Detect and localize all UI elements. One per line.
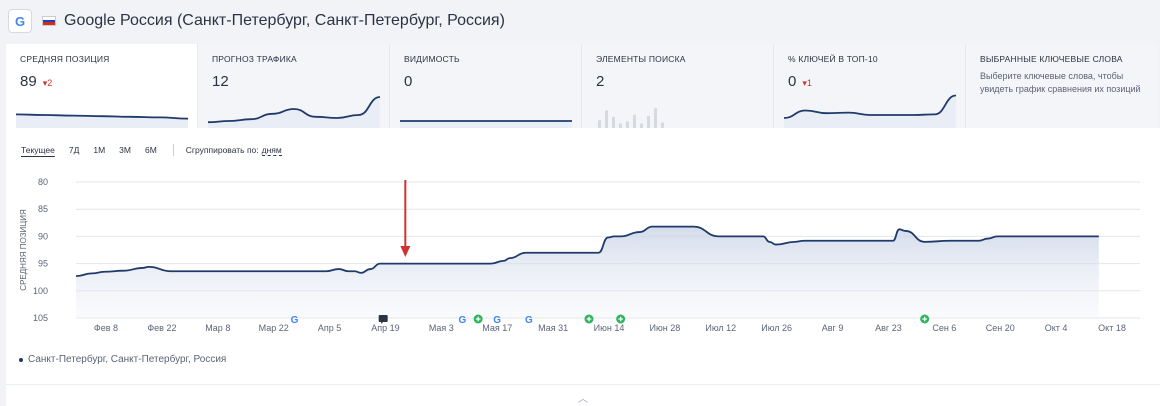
card-top10-keywords[interactable]: % ключей в ТОП-10 0 ▾1 [774,44,966,128]
element-bar [598,120,601,128]
x-tick-label: Сен 6 [932,323,956,333]
google-icon[interactable]: G [291,315,299,326]
y-tick-label: 105 [33,313,48,323]
chart-panel: Текущее 7Д 1М 3М 6М Сгруппировать по: дн… [6,128,1160,406]
sparkline-area [208,97,380,128]
panel-divider [6,384,1160,385]
card-selected-keywords[interactable]: Выбранные ключевые слова Выберите ключев… [966,44,1158,128]
x-tick-label: Фев 8 [94,323,118,333]
x-tick-label: Июн 14 [594,323,625,333]
card-label: % ключей в ТОП-10 [788,54,878,64]
card-label: Выбранные ключевые слова [980,54,1123,64]
card-label: Средняя позиция [20,54,110,64]
x-tick-label: Июл 26 [761,323,792,333]
element-bar [626,121,629,128]
y-tick-label: 85 [38,204,48,214]
element-bar [654,108,657,128]
legend-dot-icon [19,357,23,362]
x-tick-label: Окт 18 [1098,323,1126,333]
range-current[interactable]: Текущее [21,145,55,155]
bar-sparkline [598,108,664,128]
card-label: Прогноз трафика [212,54,297,64]
red-arrow-icon [400,180,411,257]
sparkline [400,120,572,128]
x-tick-label: Июл 12 [705,323,736,333]
element-bar [647,115,650,128]
card-label: Элементы поиска [596,54,686,64]
google-icon[interactable]: G [458,315,466,326]
plus-icon[interactable] [473,314,483,324]
sparkline-area [784,95,956,128]
range-6m[interactable]: 6М [145,145,157,155]
x-tick-label: Апр 5 [318,323,341,333]
sparkline-area [400,121,572,128]
y-axis-label: СРЕДНЯЯ ПОЗИЦИЯ [19,209,28,291]
card-note: Выберите ключевые слова, чтобы увидеть г… [980,71,1141,94]
card-label: Видимость [404,54,460,64]
chevron-up-icon[interactable]: ︿ [578,390,588,405]
position-chart: 80 85 90 95 100 105 СРЕДНЯЯ ПОЗИЦИЯ Фев 8 Фев 22… [19,177,1140,333]
card-traffic-forecast[interactable]: Прогноз трафика 12 [198,44,390,128]
card-search-elements[interactable]: Элементы поиска 2 [582,44,774,128]
google-icon[interactable]: G [493,315,501,326]
range-3m[interactable]: 3М [119,145,131,155]
sparkline [783,94,957,128]
sparkline [15,113,189,128]
x-tick-label: Мар 8 [205,323,230,333]
x-tick-label: Мая 3 [429,323,454,333]
y-tick-label: 90 [38,231,48,241]
x-tick-label: Фев 22 [147,323,176,333]
plus-icon[interactable] [616,314,626,324]
legend-label: Санкт-Петербург, Санкт-Петербург, Россия [28,354,227,365]
y-tick-label: 80 [38,177,48,187]
y-tick-label: 95 [38,259,48,269]
range-selector: Текущее 7Д 1М 3М 6М Сгруппировать по: дн… [21,144,282,156]
x-tick-label: Июн 28 [650,323,681,333]
divider [172,144,174,156]
element-bar [605,110,608,128]
metric-cards: Средняя позиция 89 ▾2 Прогноз трафика 12… [6,44,1160,128]
x-tick-label: Сен 20 [986,323,1015,333]
page-title: Google Россия (Санкт-Петербург, Санкт-Пе… [64,12,505,29]
x-tick-label: Мар 22 [259,323,289,333]
x-tick-label: Авг 23 [875,323,902,333]
group-by-label: Сгруппировать по: [185,145,259,155]
chart-legend[interactable]: Санкт-Петербург, Санкт-Петербург, Россия [19,354,226,365]
element-bar [633,114,636,128]
plus-icon[interactable] [920,314,930,324]
google-engine-icon[interactable]: G [8,9,32,33]
google-icon[interactable]: G [525,315,533,326]
x-tick-label: Мая 31 [538,323,568,333]
x-tick-label: Авг 9 [822,323,844,333]
x-tick-label: Окт 4 [1045,323,1068,333]
y-tick-label: 100 [33,286,48,296]
sparkline [207,96,381,128]
russia-flag-icon [42,16,56,26]
card-visibility[interactable]: Видимость 0 [390,44,582,128]
header-bar: G Google Россия (Санкт-Петербург, Санкт-… [0,0,1160,42]
range-1m[interactable]: 1М [93,145,105,155]
group-by-select[interactable]: дням [261,145,282,156]
element-bar [612,117,615,128]
x-tick-label: Апр 19 [371,323,399,333]
plus-icon[interactable] [584,314,594,324]
range-7d[interactable]: 7Д [69,145,79,155]
card-average-position[interactable]: Средняя позиция 89 ▾2 [6,44,198,128]
